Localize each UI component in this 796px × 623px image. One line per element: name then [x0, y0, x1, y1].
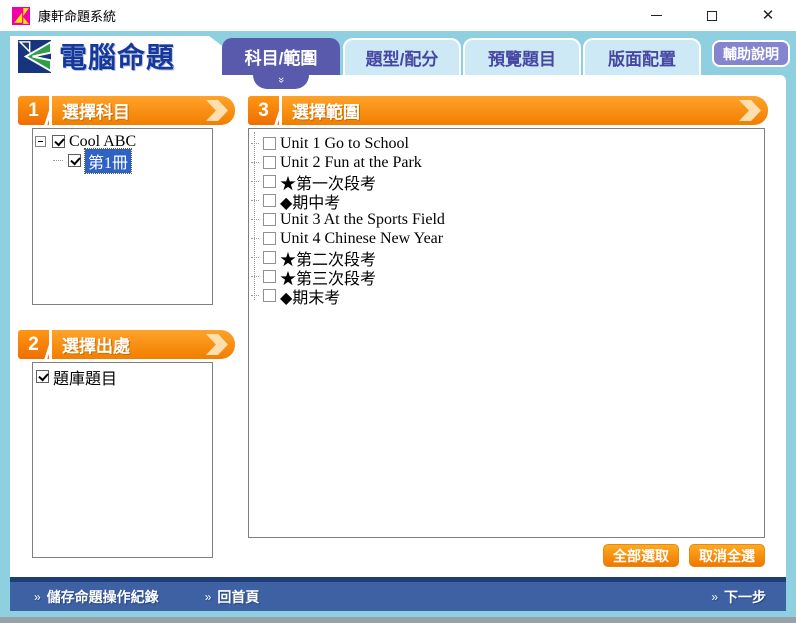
- range-item-label[interactable]: ◆期中考: [280, 189, 340, 213]
- tab-page-layout[interactable]: 版面配置: [583, 38, 701, 75]
- step-number: 2: [18, 330, 49, 359]
- source-list: 題庫題目: [32, 362, 213, 558]
- step-number: 3: [248, 96, 279, 125]
- maximize-button[interactable]: [684, 0, 740, 31]
- list-item[interactable]: Unit 3 At the Sports Field: [249, 210, 764, 229]
- home-link[interactable]: » 回首頁: [205, 587, 260, 607]
- checkbox-midterm[interactable]: [263, 194, 276, 207]
- range-list: Unit 1 Go to School Unit 2 Fun at the Pa…: [248, 128, 765, 538]
- chevron-right-icon: »: [34, 589, 41, 604]
- active-tab-pointer: »: [253, 75, 309, 89]
- product-title: 電腦命題: [59, 42, 176, 73]
- chevron-down-icon: »: [275, 76, 287, 84]
- minimize-button[interactable]: [628, 0, 684, 31]
- save-record-link[interactable]: » 儲存命題操作紀錄: [34, 587, 159, 607]
- checkbox-cool-abc[interactable]: [52, 135, 65, 148]
- list-item[interactable]: Unit 1 Go to School: [249, 134, 764, 153]
- list-item[interactable]: ◆期中考: [249, 189, 764, 213]
- checkbox-unit1[interactable]: [263, 137, 276, 150]
- checkbox-question-bank[interactable]: [36, 370, 49, 383]
- range-item-label[interactable]: ◆期末考: [280, 284, 340, 308]
- section-title: 選擇科目: [62, 103, 130, 122]
- next-step-label: 下一步: [724, 588, 766, 605]
- kangxuan-k-icon: [18, 39, 51, 73]
- window-title: 康軒命題系統: [38, 9, 117, 24]
- range-actions: 全部選取 取消全選: [248, 544, 765, 567]
- help-button[interactable]: 輔助說明: [712, 40, 790, 67]
- title-bar: 康軒命題系統 ✕: [0, 0, 796, 31]
- app-logo-icon: [12, 6, 30, 25]
- close-button[interactable]: ✕: [740, 0, 796, 31]
- section-subject-header: 1 選擇科目: [18, 96, 235, 125]
- tree-row-child[interactable]: 第1冊: [53, 147, 210, 174]
- minimize-icon: [650, 15, 662, 16]
- list-item[interactable]: ◆期末考: [249, 284, 764, 308]
- arrow-right-icon: [739, 100, 761, 121]
- step-number: 1: [18, 96, 49, 125]
- next-step-button[interactable]: » 下一步: [711, 587, 766, 607]
- footer-bar: » 儲存命題操作紀錄 » 回首頁 » 下一步: [10, 577, 786, 611]
- close-icon: ✕: [761, 7, 775, 24]
- section-source-header: 2 選擇出處: [18, 330, 235, 359]
- tree-label-book1-selected[interactable]: 第1冊: [83, 147, 133, 174]
- maximize-icon: [707, 10, 717, 21]
- bottom-edge: [0, 617, 796, 623]
- deselect-all-button[interactable]: 取消全選: [689, 544, 765, 567]
- range-item-label[interactable]: Unit 3 At the Sports Field: [280, 211, 445, 229]
- tab-preview-questions[interactable]: 預覽題目: [463, 38, 581, 75]
- source-item-label[interactable]: 題庫題目: [53, 365, 117, 389]
- section-title: 選擇出處: [62, 337, 130, 356]
- range-item-label[interactable]: Unit 1 Go to School: [280, 135, 409, 153]
- list-item[interactable]: 題庫題目: [36, 365, 209, 389]
- checkbox-unit4[interactable]: [263, 232, 276, 245]
- tab-question-type[interactable]: 題型/配分: [343, 38, 461, 75]
- chevron-right-icon: »: [204, 589, 212, 604]
- window-controls: ✕: [628, 0, 796, 31]
- checkbox-exam2[interactable]: [263, 251, 276, 264]
- chevron-right-icon: »: [711, 589, 718, 604]
- collapse-icon[interactable]: [35, 136, 46, 147]
- checkbox-exam3[interactable]: [263, 270, 276, 283]
- section-range-header: 3 選擇範圍: [248, 96, 768, 125]
- subject-tree: Cool ABC 第1冊: [32, 128, 213, 305]
- section-title: 選擇範圍: [292, 103, 360, 122]
- save-record-label: 儲存命題操作紀錄: [46, 588, 159, 605]
- checkbox-final[interactable]: [263, 289, 276, 302]
- checkbox-unit3[interactable]: [263, 213, 276, 226]
- arrow-right-icon: [206, 334, 228, 355]
- checkbox-exam1[interactable]: [263, 175, 276, 188]
- tree-connector-line: [254, 132, 255, 300]
- arrow-right-icon: [206, 100, 228, 121]
- select-all-button[interactable]: 全部選取: [603, 544, 679, 567]
- home-label: 回首頁: [217, 588, 260, 605]
- tab-subject-range[interactable]: 科目/範圍: [222, 38, 340, 75]
- checkbox-unit2[interactable]: [263, 156, 276, 169]
- checkbox-book1[interactable]: [68, 154, 81, 167]
